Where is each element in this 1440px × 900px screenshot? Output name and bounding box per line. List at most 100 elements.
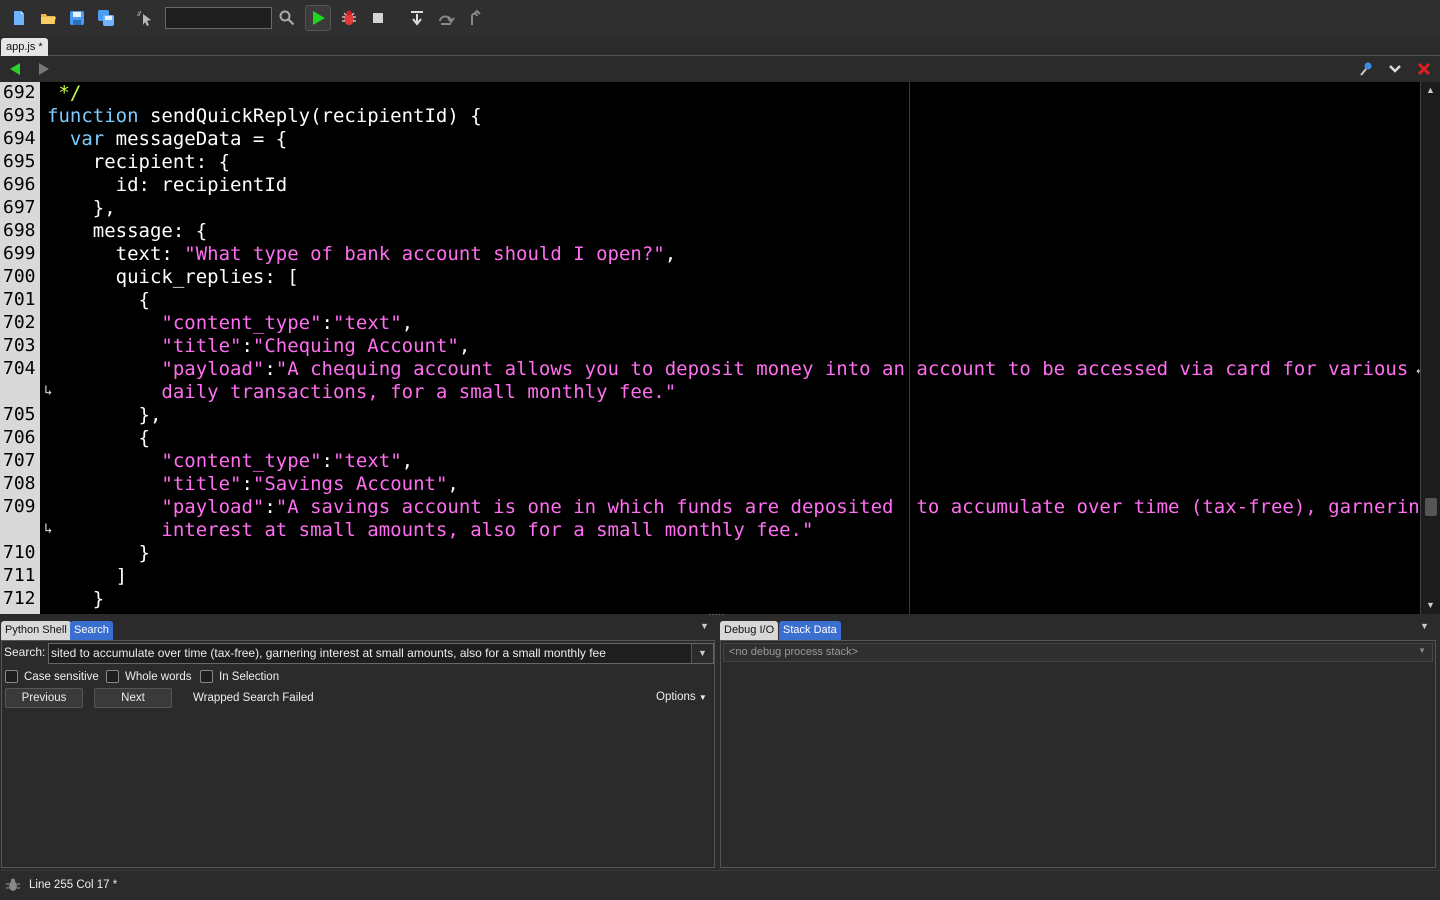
tab-python-shell[interactable]: Python Shell xyxy=(1,621,71,640)
line-number: 703 xyxy=(3,335,36,356)
line-number: 696 xyxy=(3,174,36,195)
tab-app-js[interactable]: app.js * xyxy=(1,38,48,56)
line-number: 704 xyxy=(3,358,36,379)
code-text: } xyxy=(47,542,150,564)
in-selection-option[interactable]: In Selection xyxy=(200,670,279,683)
line-number: 699 xyxy=(3,243,36,264)
right-panel-menu-icon[interactable]: ▼ xyxy=(1420,621,1429,631)
scrollbar-thumb[interactable] xyxy=(1425,498,1437,516)
code-text: } xyxy=(47,588,105,610)
code-line: 710 } xyxy=(0,542,1420,565)
line-number: 701 xyxy=(3,289,36,310)
step-over-icon[interactable] xyxy=(435,7,457,29)
chevron-down-icon[interactable] xyxy=(1386,60,1403,77)
search-input-value: sited to accumulate over time (tax-free)… xyxy=(51,646,606,660)
code-text: id: recipientId xyxy=(47,174,288,196)
save-icon[interactable] xyxy=(66,7,88,29)
open-folder-icon[interactable] xyxy=(37,7,59,29)
line-number: 694 xyxy=(3,128,36,149)
code-line: ↳ interest at small amounts, also for a … xyxy=(0,519,1420,542)
in-selection-checkbox[interactable] xyxy=(200,670,213,683)
search-icon[interactable] xyxy=(276,7,298,29)
code-text: message: { xyxy=(47,220,208,242)
line-number: 710 xyxy=(3,542,36,563)
line-number: 693 xyxy=(3,105,36,126)
code-text: "payload":"A chequing account allows you… xyxy=(47,358,1420,380)
line-number: 706 xyxy=(3,427,36,448)
code-line: 702 "content_type":"text", xyxy=(0,312,1420,335)
tab-debug-io[interactable]: Debug I/O xyxy=(720,621,779,640)
code-text: function sendQuickReply(recipientId) { xyxy=(47,105,482,127)
close-icon[interactable] xyxy=(1415,60,1432,77)
bug-status-icon[interactable] xyxy=(5,877,21,893)
code-line: 693 function sendQuickReply(recipientId) … xyxy=(0,105,1420,128)
search-pane: Search: sited to accumulate over time (t… xyxy=(1,640,715,868)
step-into-icon[interactable] xyxy=(406,7,428,29)
code-line: 712 } xyxy=(0,588,1420,611)
run-icon[interactable] xyxy=(305,5,331,31)
code-line: 700 quick_replies: [ xyxy=(0,266,1420,289)
code-text: "title":"Savings Account", xyxy=(161,473,459,495)
code-line: 701 { xyxy=(0,289,1420,312)
code-line: 699 text: "What type of bank account sho… xyxy=(0,243,1420,266)
code-line: 709 "payload":"A savings account is one … xyxy=(0,496,1420,519)
editor-tab-strip: app.js * xyxy=(0,36,1440,56)
code-text: "title":"Chequing Account", xyxy=(161,335,471,357)
code-text: { xyxy=(47,289,150,311)
scroll-down-icon[interactable]: ▼ xyxy=(1426,600,1435,610)
tab-search[interactable]: Search xyxy=(70,621,113,640)
code-text: recipient: { xyxy=(47,151,231,173)
code-line: 711 ] xyxy=(0,565,1420,588)
forward-arrow-icon[interactable] xyxy=(35,61,51,77)
code-text: }, xyxy=(47,404,162,426)
step-out-icon[interactable] xyxy=(464,7,486,29)
stack-data-pane: <no debug process stack> ▼ xyxy=(720,640,1436,868)
debug-stack-dropdown[interactable]: <no debug process stack> ▼ xyxy=(723,643,1433,662)
select-pointer-icon[interactable] xyxy=(134,7,156,29)
main-toolbar xyxy=(0,0,1440,36)
status-bar: Line 255 Col 17 * xyxy=(0,870,1440,900)
scroll-up-icon[interactable]: ▲ xyxy=(1426,85,1435,95)
code-line: 703 "title":"Chequing Account", xyxy=(0,335,1420,358)
bottom-panels: ····· Python Shell Search ▼ Debug I/O St… xyxy=(0,609,1440,870)
back-arrow-icon[interactable] xyxy=(7,61,23,77)
search-history-dropdown[interactable]: ▼ xyxy=(691,644,713,663)
code-line: 695 recipient: { xyxy=(0,151,1420,174)
editor-vertical-scrollbar[interactable]: ▲ ▼ xyxy=(1420,82,1440,614)
whole-words-checkbox[interactable] xyxy=(106,670,119,683)
code-text: quick_replies: [ xyxy=(47,266,299,288)
code-editor[interactable]: 692 */693 function sendQuickReply(recipie… xyxy=(0,82,1420,614)
search-status: Wrapped Search Failed xyxy=(193,692,314,704)
search-input[interactable]: sited to accumulate over time (tax-free)… xyxy=(48,643,714,664)
code-text: "content_type":"text", xyxy=(161,450,414,472)
line-number: 692 xyxy=(3,82,36,103)
next-button[interactable]: Next xyxy=(94,688,172,708)
options-chevron-icon: ▼ xyxy=(698,693,707,702)
case-sensitive-checkbox[interactable] xyxy=(5,670,18,683)
whole-words-option[interactable]: Whole words xyxy=(106,670,191,683)
stop-icon[interactable] xyxy=(367,7,389,29)
case-sensitive-option[interactable]: Case sensitive xyxy=(5,670,99,683)
code-line: 697 }, xyxy=(0,197,1420,220)
line-number: 698 xyxy=(3,220,36,241)
line-number: 711 xyxy=(3,565,36,586)
save-all-icon[interactable] xyxy=(95,7,117,29)
code-text: interest at small amounts, also for a sm… xyxy=(47,519,814,541)
search-label: Search: xyxy=(4,645,46,659)
whole-words-label: Whole words xyxy=(125,670,192,683)
line-number: 707 xyxy=(3,450,36,471)
code-text: daily transactions, for a small monthly … xyxy=(47,381,677,403)
debug-icon[interactable] xyxy=(338,7,360,29)
toolbar-search-input[interactable] xyxy=(165,7,272,29)
debug-stack-chevron-icon: ▼ xyxy=(1418,646,1426,655)
code-text: ] xyxy=(47,565,128,587)
left-panel-menu-icon[interactable]: ▼ xyxy=(700,621,709,631)
in-selection-label: In Selection xyxy=(219,670,280,683)
horizontal-splitter-grip[interactable]: ····· xyxy=(708,609,725,620)
code-text: "payload":"A savings account is one in w… xyxy=(161,496,1420,518)
tab-stack-data[interactable]: Stack Data xyxy=(779,621,841,640)
new-file-icon[interactable] xyxy=(8,7,30,29)
pin-icon[interactable] xyxy=(1357,60,1374,77)
options-menu[interactable]: Options ▼ xyxy=(656,691,707,703)
previous-button[interactable]: Previous xyxy=(5,688,83,708)
